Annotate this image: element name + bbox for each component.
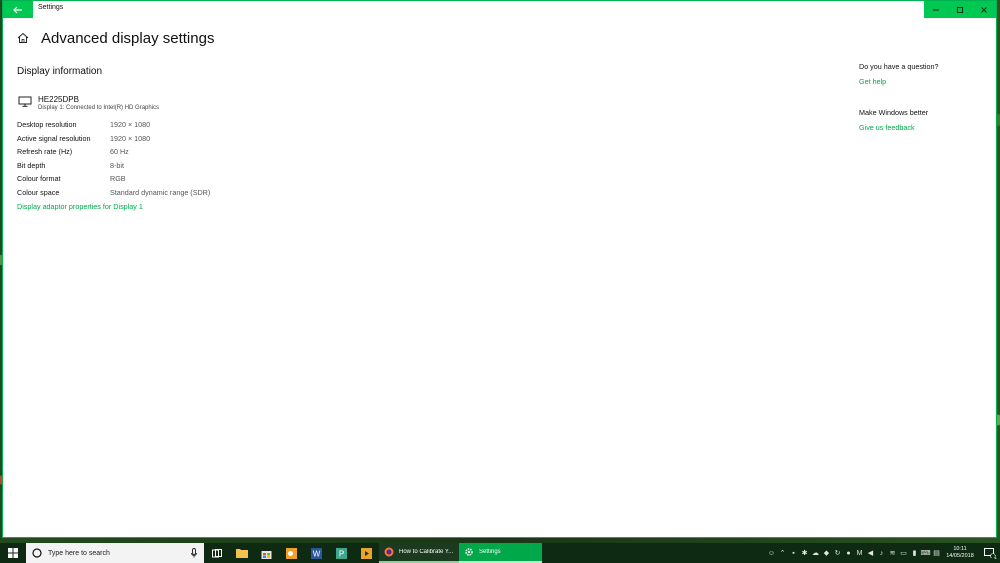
info-label: Colour space xyxy=(17,187,60,197)
window-controls xyxy=(924,1,996,18)
info-value: 1920 × 1080 xyxy=(110,120,151,129)
svg-text:P: P xyxy=(339,549,344,558)
page-title: Advanced display settings xyxy=(41,30,215,47)
give-feedback-link[interactable]: Give us feedback xyxy=(859,123,989,132)
taskbar-app-settings[interactable]: Settings xyxy=(459,543,542,563)
minimize-icon xyxy=(933,9,939,10)
word-button[interactable]: W xyxy=(304,543,329,563)
info-label: Desktop resolution xyxy=(17,120,77,129)
file-explorer-button[interactable] xyxy=(229,543,254,563)
svg-text:W: W xyxy=(313,549,321,558)
notification-count: 1 xyxy=(994,555,997,561)
info-value: Standard dynamic range (SDR) xyxy=(110,187,211,197)
back-button[interactable] xyxy=(3,1,33,18)
publisher-icon: P xyxy=(336,547,347,559)
action-center-button[interactable]: 1 xyxy=(978,543,1000,563)
mail-app-icon xyxy=(286,547,297,559)
maximize-button[interactable] xyxy=(948,1,972,18)
feedback-section: Make Windows better Give us feedback xyxy=(859,108,989,132)
clock-date: 14/05/2018 xyxy=(946,553,974,559)
info-value: RGB xyxy=(110,174,126,183)
home-icon[interactable] xyxy=(16,31,30,45)
monitor-icon xyxy=(18,96,32,107)
wifi-icon[interactable]: ≋ xyxy=(887,543,898,563)
question-heading: Do you have a question? xyxy=(859,62,939,71)
side-panel: Do you have a question? Get help Make Wi… xyxy=(859,62,989,132)
section-title: Display information xyxy=(17,66,103,77)
store-bag-icon xyxy=(261,550,272,559)
get-help-link[interactable]: Get help xyxy=(859,77,989,86)
make-windows-better-heading: Make Windows better xyxy=(859,108,929,117)
bluetooth-icon[interactable]: ✱ xyxy=(799,543,810,563)
chat-icon[interactable]: ▤ xyxy=(931,543,942,563)
minimize-button[interactable] xyxy=(924,1,948,18)
info-label: Colour format xyxy=(17,174,61,183)
network-drive-icon[interactable]: ▪ xyxy=(788,543,799,563)
close-button[interactable] xyxy=(972,1,996,18)
taskbar-app-label: Settings xyxy=(479,549,501,555)
media-player-icon xyxy=(361,547,372,559)
outlook-button[interactable] xyxy=(279,543,304,563)
publisher-button[interactable]: P xyxy=(329,543,354,563)
app-m-icon[interactable]: M xyxy=(854,543,865,563)
volume-icon[interactable]: ♪ xyxy=(876,543,887,563)
task-view-button[interactable] xyxy=(204,543,229,563)
word-icon: W xyxy=(311,547,322,559)
onedrive-icon[interactable]: ☁ xyxy=(810,543,821,563)
defender-icon[interactable]: ● xyxy=(843,543,854,563)
search-placeholder: Type here to search xyxy=(48,549,110,557)
battery-icon[interactable]: ▮ xyxy=(909,543,920,563)
monitor-name: HE225DPB xyxy=(38,95,79,104)
info-label: Refresh rate (Hz) xyxy=(17,147,73,156)
firefox-icon xyxy=(384,547,394,557)
mute-icon[interactable]: ◀ xyxy=(865,543,876,563)
info-value: 1920 × 1080 xyxy=(110,133,151,143)
keyboard-icon[interactable]: ⌨ xyxy=(920,543,931,563)
info-value: 8-bit xyxy=(110,160,124,170)
taskbar-app-firefox[interactable]: How to Calibrate Y... xyxy=(379,543,459,563)
info-label: Bit depth xyxy=(17,160,46,170)
window-title: Settings xyxy=(38,4,64,11)
notification-icon xyxy=(983,548,995,558)
people-icon[interactable]: ☺ xyxy=(766,543,777,563)
settings-window: Settings Advanced display settings Displ… xyxy=(2,0,997,538)
title-bar: Settings xyxy=(3,1,996,18)
task-view-icon xyxy=(211,548,222,557)
start-button[interactable] xyxy=(0,543,26,563)
security-shield-icon[interactable]: ◆ xyxy=(821,543,832,563)
system-tray: ☺ ⌃ ▪ ✱ ☁ ◆ ↻ ● M ◀ ♪ ≋ ▭ ▮ ⌨ ▤ 10:11 14… xyxy=(766,543,1000,563)
taskbar-clock[interactable]: 10:11 14/05/2018 xyxy=(942,546,978,560)
taskbar-app-label: How to Calibrate Y... xyxy=(399,549,454,555)
microphone-icon[interactable] xyxy=(191,548,197,558)
media-player-button[interactable] xyxy=(354,543,379,563)
cortana-icon xyxy=(32,548,42,558)
store-button[interactable] xyxy=(254,543,279,563)
close-icon xyxy=(981,6,987,13)
gear-icon xyxy=(465,548,473,556)
back-arrow-icon xyxy=(13,6,22,13)
maximize-icon xyxy=(957,6,963,13)
display-adaptor-properties-link[interactable]: Display adaptor properties for Display 1 xyxy=(17,202,143,211)
windows-logo-icon xyxy=(8,548,18,558)
taskbar: Type here to search W P How to Calibrate… xyxy=(0,543,1000,563)
sync-icon[interactable]: ↻ xyxy=(832,543,843,563)
clock-time: 10:11 xyxy=(953,546,967,552)
info-label: Active signal resolution xyxy=(17,133,91,143)
display-icon[interactable]: ▭ xyxy=(898,543,909,563)
taskbar-search[interactable]: Type here to search xyxy=(26,543,204,563)
monitor-connection: Display 1: Connected to Intel(R) HD Grap… xyxy=(38,105,160,111)
help-section: Do you have a question? Get help xyxy=(859,62,989,86)
info-value: 60 Hz xyxy=(110,147,129,156)
folder-icon xyxy=(235,549,248,558)
show-hidden-icons-chevron-icon[interactable]: ⌃ xyxy=(777,543,788,563)
